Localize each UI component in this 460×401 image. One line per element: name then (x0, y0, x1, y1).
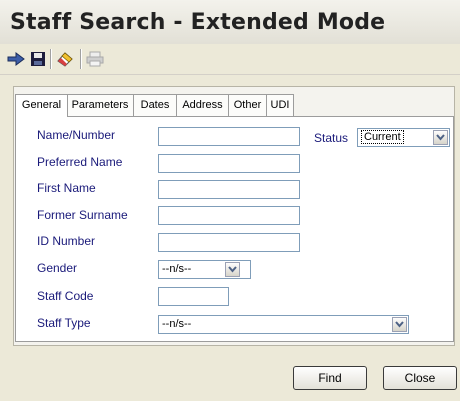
general-tab-page (15, 116, 454, 342)
toolbar-separator (80, 49, 82, 69)
staff-search-window: Staff Search - Extended Mode General Par… (0, 0, 460, 401)
toolbar-separator (50, 49, 52, 69)
id-number-input[interactable] (158, 233, 300, 252)
toolbar (0, 44, 460, 75)
gender-label: Gender (37, 261, 78, 275)
tab-address[interactable]: Address (176, 94, 229, 116)
former-surname-label: Former Surname (37, 208, 128, 222)
tab-parameters[interactable]: Parameters (66, 94, 134, 116)
name-number-input[interactable] (158, 127, 300, 146)
gender-select[interactable]: --n/s-- (158, 260, 251, 279)
staff-type-value: --n/s-- (162, 318, 192, 330)
close-button[interactable]: Close (383, 366, 457, 390)
title-bar: Staff Search - Extended Mode (0, 0, 460, 45)
status-select[interactable]: Current (357, 128, 450, 147)
tab-dates[interactable]: Dates (133, 94, 177, 116)
printer-icon (85, 49, 105, 69)
preferred-name-input[interactable] (158, 154, 300, 173)
eraser-icon[interactable] (55, 49, 75, 69)
pointer-hand-icon[interactable] (6, 49, 26, 69)
tab-udi[interactable]: UDI (266, 94, 294, 116)
former-surname-input[interactable] (158, 206, 300, 225)
name-number-label: Name/Number (37, 128, 116, 142)
tab-general[interactable]: General (15, 94, 68, 117)
preferred-name-label: Preferred Name (37, 155, 123, 169)
gender-value: --n/s-- (162, 263, 192, 275)
staff-type-label: Staff Type (37, 316, 91, 330)
first-name-label: First Name (37, 181, 96, 195)
chevron-down-icon[interactable] (225, 262, 240, 277)
find-button[interactable]: Find (293, 366, 367, 390)
tab-other[interactable]: Other (228, 94, 267, 116)
status-label: Status (314, 131, 349, 145)
staff-code-label: Staff Code (37, 289, 94, 303)
first-name-input[interactable] (158, 180, 300, 199)
chevron-down-icon[interactable] (392, 317, 407, 332)
window-title: Staff Search - Extended Mode (10, 10, 386, 35)
status-value: Current (361, 130, 404, 144)
id-number-label: ID Number (37, 234, 96, 248)
staff-type-select[interactable]: --n/s-- (158, 315, 409, 334)
staff-code-input[interactable] (158, 287, 229, 306)
save-disk-icon[interactable] (28, 49, 48, 69)
chevron-down-icon[interactable] (433, 130, 448, 145)
